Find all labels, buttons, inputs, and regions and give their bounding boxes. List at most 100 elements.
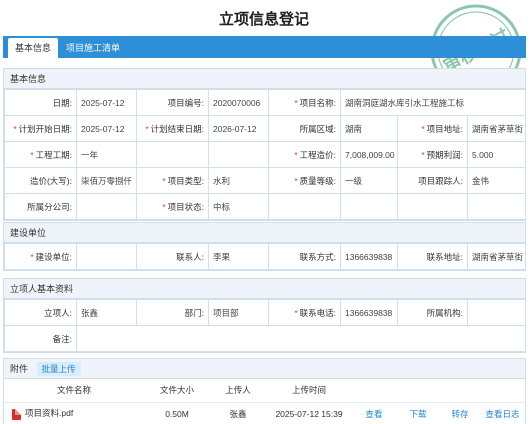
file-uploader: 张鑫 bbox=[210, 402, 266, 424]
required-marker: * bbox=[13, 123, 17, 134]
project-name-label: 项目名称: bbox=[299, 97, 336, 108]
contact-address-label: 联系地址: bbox=[426, 251, 463, 262]
tab-basic-info[interactable]: 基本信息 bbox=[8, 38, 59, 58]
organization-field[interactable] bbox=[467, 299, 526, 326]
save-as-link[interactable]: 转存 bbox=[440, 402, 480, 424]
basic-info-heading: 基本信息 bbox=[4, 69, 525, 89]
required-marker: * bbox=[294, 149, 298, 160]
table-row: 项目资料.pdf 0.50M 张鑫 2025-07-12 15:39 查看 下载… bbox=[4, 402, 525, 424]
project-person-table: 立项人: 张鑫 部门: 项目部 * 联系电话: 1366639838 所属机构: … bbox=[4, 299, 526, 352]
file-upload-time: 2025-07-12 15:39 bbox=[266, 402, 352, 424]
applicant-label: 立项人: bbox=[44, 307, 72, 318]
department-label: 部门: bbox=[184, 307, 204, 318]
contact-person-field[interactable]: 李果 bbox=[208, 243, 269, 270]
empty-cell bbox=[268, 193, 341, 220]
project-address-field[interactable]: 湖南省茅草街 bbox=[467, 115, 526, 142]
basic-info-panel: 基本信息 日期: 2025-07-12 项目编号: 2020070006 * 项目… bbox=[3, 68, 526, 221]
project-status-field[interactable]: 中标 bbox=[208, 193, 269, 220]
required-marker: * bbox=[162, 201, 166, 212]
form-row: 日期: 2025-07-12 项目编号: 2020070006 * 项目名称: 湖… bbox=[4, 89, 526, 116]
remark-label: 备注: bbox=[52, 333, 72, 344]
cost-uppercase-field[interactable]: 柒佰万零捌仟 bbox=[76, 167, 137, 194]
construction-unit-label: 建设单位: bbox=[35, 251, 72, 262]
region-label: 所属区域: bbox=[299, 123, 336, 134]
empty-cell bbox=[136, 141, 209, 168]
required-marker: * bbox=[30, 149, 34, 160]
file-name: 项目资料.pdf bbox=[25, 408, 74, 419]
contact-method-field[interactable]: 1366639838 bbox=[340, 243, 398, 270]
profit-label: 预期利润: bbox=[426, 149, 463, 160]
construction-unit-field[interactable] bbox=[76, 243, 137, 270]
empty-cell bbox=[340, 193, 398, 220]
project-name-field[interactable]: 湖南洞庭湖水库引水工程施工标 bbox=[340, 89, 526, 116]
form-row: * 计划开始日期: 2025-07-12 * 计划结束日期: 2026-07-12 … bbox=[4, 115, 526, 142]
cost-label: 工程造价: bbox=[299, 149, 336, 160]
cost-field[interactable]: 7,008,009.00 bbox=[340, 141, 398, 168]
project-no-field[interactable]: 2020070006 bbox=[208, 89, 269, 116]
column-header-file-size: 文件大小 bbox=[144, 379, 210, 403]
required-marker: * bbox=[162, 175, 166, 186]
construction-unit-table: * 建设单位: 联系人: 李果 联系方式: 1366639838 联系地址: 湖南… bbox=[4, 243, 526, 270]
contact-person-label: 联系人: bbox=[176, 251, 204, 262]
form-row: * 建设单位: 联系人: 李果 联系方式: 1366639838 联系地址: 湖南… bbox=[4, 243, 526, 270]
attachments-table: 文件名称 文件大小 上传人 上传时间 项目资料.pdf 0.50M 张鑫 202… bbox=[4, 379, 525, 424]
required-marker: * bbox=[294, 97, 298, 108]
attachments-header: 附件 批量上传 bbox=[4, 359, 525, 379]
project-address-label: 项目地址: bbox=[426, 123, 463, 134]
required-marker: * bbox=[421, 149, 425, 160]
date-label: 日期: bbox=[52, 97, 72, 108]
duration-label: 工程工期: bbox=[35, 149, 72, 160]
contact-method-label: 联系方式: bbox=[299, 251, 336, 262]
project-type-label: 项目类型: bbox=[167, 175, 204, 186]
branch-label: 所属分公司: bbox=[27, 201, 72, 212]
tab-construction-list[interactable]: 项目施工清单 bbox=[59, 38, 127, 58]
form-row: 立项人: 张鑫 部门: 项目部 * 联系电话: 1366639838 所属机构: bbox=[4, 299, 526, 326]
required-marker: * bbox=[145, 123, 149, 134]
form-row: 所属分公司: * 项目状态: 中标 bbox=[4, 193, 526, 220]
branch-field[interactable] bbox=[76, 193, 137, 220]
file-size: 0.50M bbox=[144, 402, 210, 424]
project-type-field[interactable]: 水利 bbox=[208, 167, 269, 194]
tracker-field[interactable]: 金伟 bbox=[467, 167, 526, 194]
region-field[interactable]: 湖南 bbox=[340, 115, 398, 142]
empty-cell bbox=[467, 193, 526, 220]
tracker-label: 项目跟踪人: bbox=[418, 175, 463, 186]
form-row: 造价(大写): 柒佰万零捌仟 * 项目类型: 水利 * 质量等级: 一级 项目跟踪人… bbox=[4, 167, 526, 194]
phone-label: 联系电话: bbox=[299, 307, 336, 318]
project-status-label: 项目状态: bbox=[167, 201, 204, 212]
profit-field[interactable]: 5.000 bbox=[467, 141, 526, 168]
column-header-upload-time: 上传时间 bbox=[266, 379, 352, 403]
phone-field[interactable]: 1366639838 bbox=[340, 299, 398, 326]
plan-start-field[interactable]: 2025-07-12 bbox=[76, 115, 137, 142]
applicant-field[interactable]: 张鑫 bbox=[76, 299, 137, 326]
project-person-panel: 立项人基本资料 立项人: 张鑫 部门: 项目部 * 联系电话: 136663983… bbox=[3, 278, 526, 353]
quality-field[interactable]: 一级 bbox=[340, 167, 398, 194]
view-link[interactable]: 查看 bbox=[352, 402, 396, 424]
attachments-heading: 附件 bbox=[10, 364, 29, 374]
required-marker: * bbox=[421, 123, 425, 134]
plan-end-label: 计划结束日期: bbox=[150, 123, 204, 134]
batch-upload-button[interactable]: 批量上传 bbox=[36, 362, 81, 376]
tab-bar: 基本信息 项目施工清单 bbox=[3, 36, 526, 58]
construction-unit-heading: 建设单位 bbox=[4, 223, 525, 243]
plan-end-field[interactable]: 2026-07-12 bbox=[208, 115, 269, 142]
table-header-row: 文件名称 文件大小 上传人 上传时间 bbox=[4, 379, 525, 403]
required-marker: * bbox=[294, 175, 298, 186]
basic-info-table: 日期: 2025-07-12 项目编号: 2020070006 * 项目名称: 湖… bbox=[4, 89, 526, 220]
remark-field[interactable] bbox=[76, 325, 526, 352]
department-field[interactable]: 项目部 bbox=[208, 299, 269, 326]
pdf-file-icon bbox=[12, 408, 21, 420]
project-person-heading: 立项人基本资料 bbox=[4, 279, 525, 299]
contact-address-field[interactable]: 湖南省茅草街 bbox=[467, 243, 526, 270]
column-header-file-name: 文件名称 bbox=[4, 379, 144, 403]
construction-unit-panel: 建设单位 * 建设单位: 联系人: 李果 联系方式: 1366639838 联系地… bbox=[3, 222, 526, 271]
duration-field[interactable]: 一年 bbox=[76, 141, 137, 168]
required-marker: * bbox=[30, 251, 34, 262]
attachments-panel: 附件 批量上传 文件名称 文件大小 上传人 上传时间 项目资料.pdf 0.50… bbox=[3, 358, 526, 424]
view-log-link[interactable]: 查看日志 bbox=[480, 402, 525, 424]
required-marker: * bbox=[294, 307, 298, 318]
empty-cell bbox=[208, 141, 269, 168]
download-link[interactable]: 下载 bbox=[396, 402, 440, 424]
date-field[interactable]: 2025-07-12 bbox=[76, 89, 137, 116]
cost-uppercase-label: 造价(大写): bbox=[29, 175, 72, 186]
